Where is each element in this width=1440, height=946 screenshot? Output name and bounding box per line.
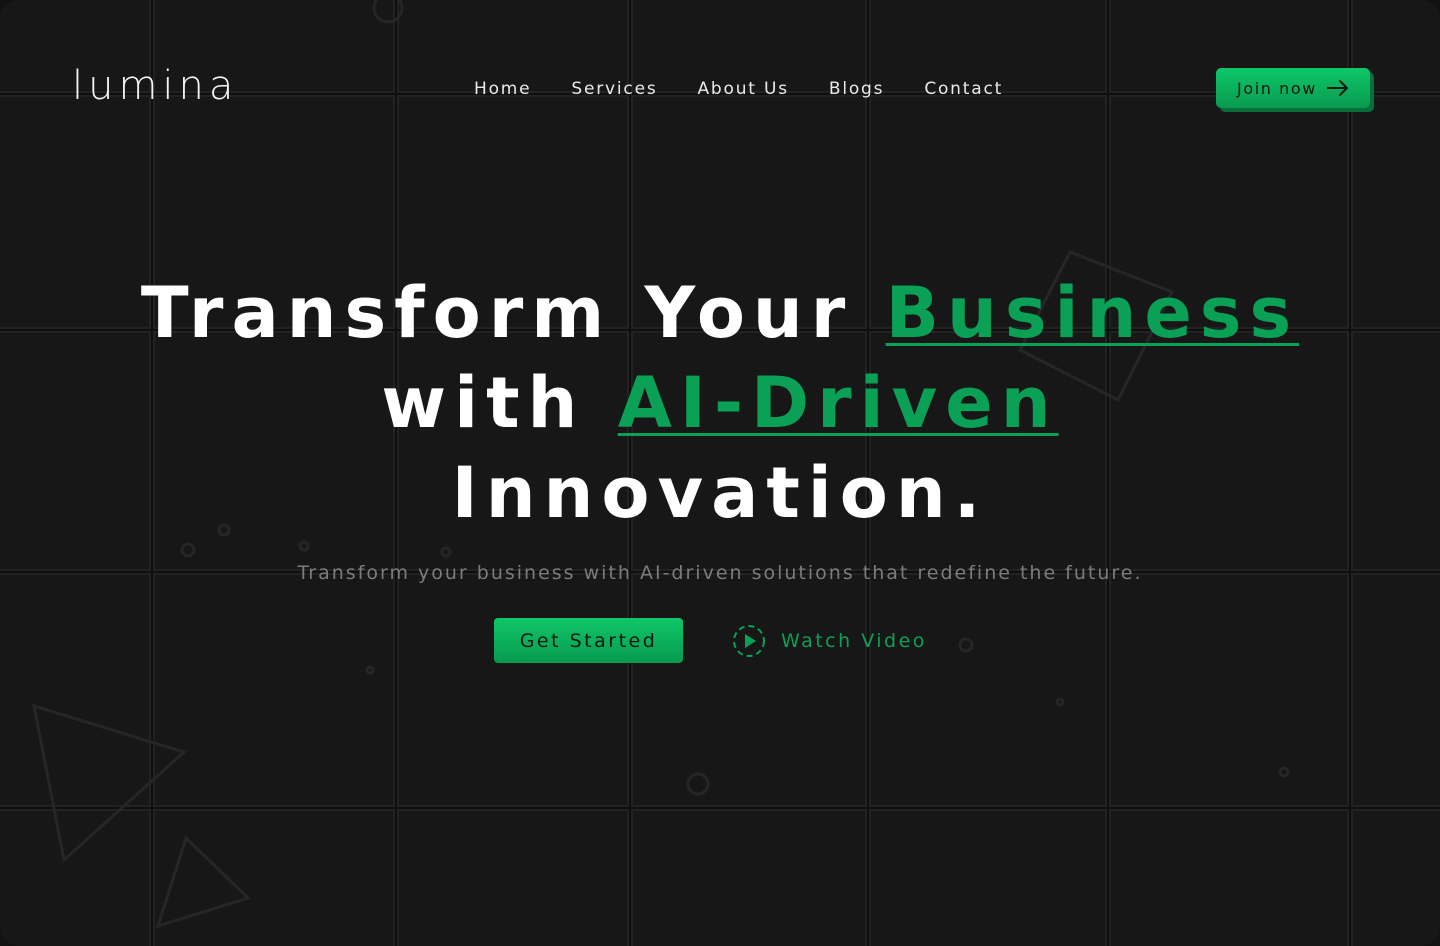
hero-headline: Transform Your Business with AI-Driven I… <box>0 268 1440 538</box>
hero-cta-row: Get Started Watch Video <box>494 618 927 663</box>
get-started-button[interactable]: Get Started <box>494 618 683 663</box>
nav-item-services[interactable]: Services <box>571 79 657 99</box>
join-now-button[interactable]: Join now <box>1216 68 1370 108</box>
hero-subtitle: Transform your business with AI-driven s… <box>297 562 1143 584</box>
nav-item-about-us[interactable]: About Us <box>698 79 789 99</box>
headline-text-1: Transform Your <box>140 272 886 354</box>
headline-text-2: with <box>381 362 618 444</box>
nav-item-contact[interactable]: Contact <box>924 79 1003 99</box>
nav-item-home[interactable]: Home <box>474 79 531 99</box>
join-now-label: Join now <box>1237 78 1317 98</box>
watch-video-button[interactable]: Watch Video <box>731 623 927 659</box>
hero-section: Transform Your Business with AI-Driven I… <box>0 268 1440 663</box>
headline-accent-ai-driven: AI-Driven <box>617 362 1059 444</box>
nav-item-blogs[interactable]: Blogs <box>829 79 884 99</box>
headline-accent-business: Business <box>885 272 1300 354</box>
watch-video-label: Watch Video <box>781 629 927 652</box>
arrow-right-icon <box>1327 80 1348 96</box>
play-circle-icon <box>733 624 765 657</box>
site-header: lumina Home Services About Us Blogs Cont… <box>0 0 1440 176</box>
main-nav: Home Services About Us Blogs Contact <box>474 79 1003 99</box>
brand-logo[interactable]: lumina <box>72 66 238 106</box>
landing-page: lumina Home Services About Us Blogs Cont… <box>0 0 1440 946</box>
headline-text-3: Innovation. <box>451 452 989 534</box>
